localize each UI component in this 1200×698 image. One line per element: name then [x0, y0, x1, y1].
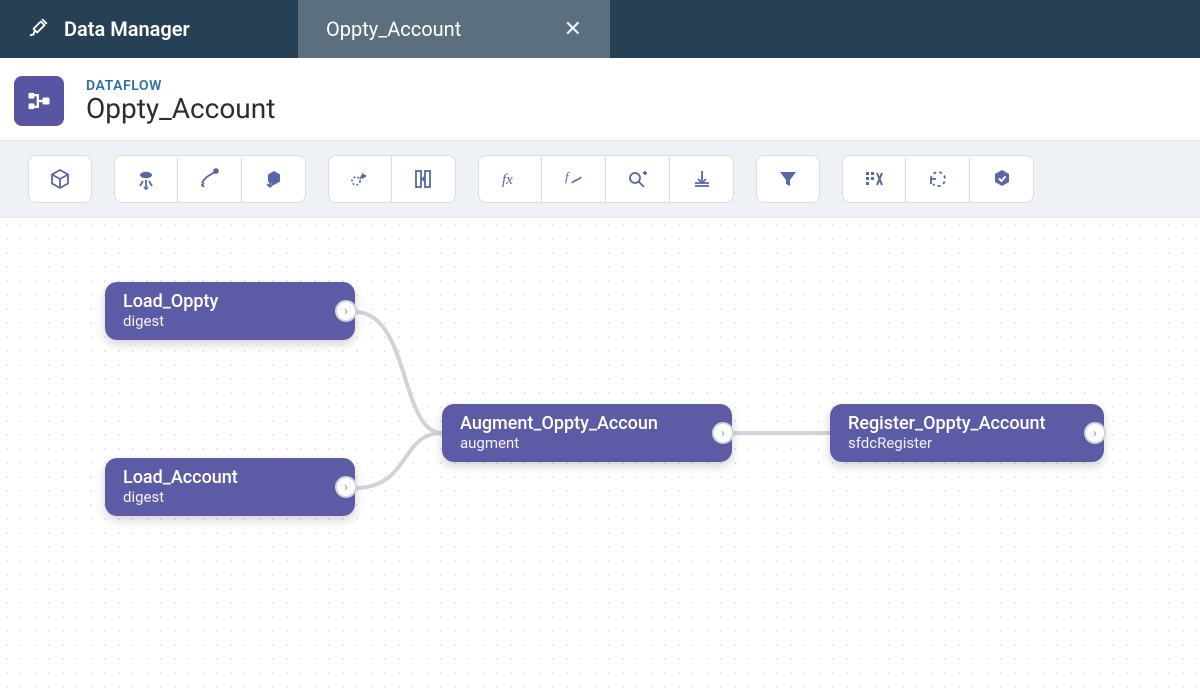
node-load-account[interactable]: Load_Account digest [105, 458, 355, 516]
node-title: Load_Oppty [123, 292, 315, 313]
dataflow-icon [14, 76, 64, 126]
digest-icon[interactable] [242, 155, 306, 203]
compute-expression-icon[interactable]: fx [478, 155, 542, 203]
node-title: Register_Oppty_Account [848, 414, 1064, 435]
node-toolbar: fx f [0, 140, 1200, 218]
dim2mea-icon[interactable] [606, 155, 670, 203]
page-header-text: DATAFLOW Oppty_Account [86, 78, 275, 125]
tab-home[interactable]: Data Manager [0, 0, 298, 58]
filter-icon[interactable] [756, 155, 820, 203]
toolbar-group-6 [842, 155, 1034, 203]
node-register-oppty-account[interactable]: Register_Oppty_Account sfdcRegister [830, 404, 1104, 462]
output-port-icon[interactable] [712, 422, 734, 444]
tab-current-label: Oppty_Account [326, 17, 550, 41]
node-title: Augment_Oppty_Accoun [460, 414, 692, 435]
page-header: DATAFLOW Oppty_Account [0, 58, 1200, 140]
output-port-icon[interactable] [1084, 422, 1106, 444]
page-title: Oppty_Account [86, 94, 275, 125]
register-icon[interactable] [970, 155, 1034, 203]
node-augment-oppty-account[interactable]: Augment_Oppty_Accoun augment [442, 404, 732, 462]
flatten-icon[interactable] [670, 155, 734, 203]
close-icon[interactable]: ✕ [564, 17, 582, 42]
svg-text:fx: fx [502, 172, 513, 188]
toolbar-group-5 [756, 155, 820, 203]
update-icon[interactable] [906, 155, 970, 203]
wrench-screwdriver-icon [28, 16, 50, 43]
slice-dataset-icon[interactable] [842, 155, 906, 203]
tab-strip: Data Manager Oppty_Account ✕ [0, 0, 1200, 58]
output-port-icon[interactable] [335, 476, 357, 498]
node-type: digest [123, 489, 315, 506]
sfdc-digest-icon[interactable] [114, 155, 178, 203]
compute-relative-icon[interactable]: f [542, 155, 606, 203]
node-type: augment [460, 435, 692, 452]
node-load-oppty[interactable]: Load_Oppty digest [105, 282, 355, 340]
toolbar-group-4: fx f [478, 155, 734, 203]
tab-home-label: Data Manager [64, 17, 190, 41]
node-type: sfdcRegister [848, 435, 1064, 452]
output-port-icon[interactable] [335, 300, 357, 322]
tab-current[interactable]: Oppty_Account ✕ [298, 0, 610, 58]
dataset-icon[interactable] [28, 155, 92, 203]
node-title: Load_Account [123, 468, 315, 489]
toolbar-group-1 [28, 155, 92, 203]
augment-icon[interactable] [328, 155, 392, 203]
node-type: digest [123, 313, 315, 330]
toolbar-group-2 [114, 155, 306, 203]
dataflow-canvas[interactable]: Load_Oppty digest Load_Account digest Au… [0, 218, 1200, 698]
edgemart-icon[interactable] [178, 155, 242, 203]
svg-text:f: f [565, 169, 571, 184]
toolbar-group-3 [328, 155, 456, 203]
append-icon[interactable] [392, 155, 456, 203]
